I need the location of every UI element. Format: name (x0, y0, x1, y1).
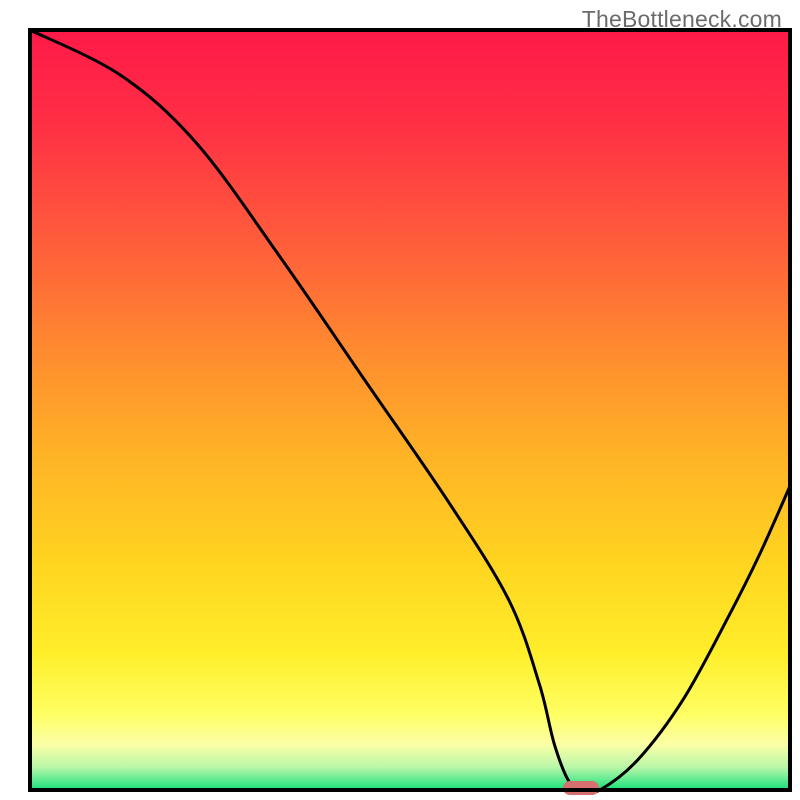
plot-background (30, 30, 790, 790)
watermark-text: TheBottleneck.com (582, 6, 782, 33)
bottleneck-chart: TheBottleneck.com (0, 0, 800, 800)
chart-svg (0, 0, 800, 800)
